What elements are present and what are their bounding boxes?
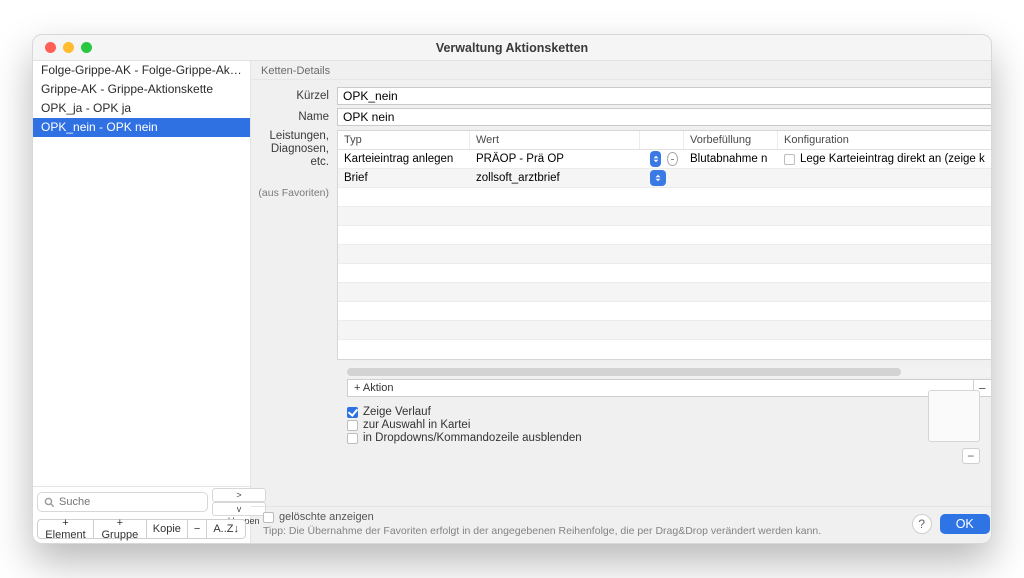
- konf-checkbox[interactable]: [784, 154, 795, 165]
- col-typ[interactable]: Typ: [338, 131, 470, 149]
- leistungen-label: Leistungen, Diagnosen, etc. (aus Favorit…: [251, 130, 337, 200]
- check-auswahl[interactable]: zur Auswahl in Kartei: [347, 419, 992, 431]
- show-deleted-checkbox[interactable]: gelöschte anzeigen: [263, 511, 904, 523]
- horizontal-scrollbar[interactable]: [347, 367, 992, 377]
- help-button[interactable]: ?: [912, 514, 932, 534]
- sort-button[interactable]: A..Z↓: [207, 519, 246, 539]
- col-konfiguration[interactable]: Konfiguration: [778, 131, 991, 149]
- search-icon: [44, 497, 55, 508]
- cell-wert[interactable]: zollsoft_arztbrief: [470, 169, 640, 187]
- remove-button[interactable]: −: [188, 519, 207, 539]
- col-vorbefuellung[interactable]: Vorbefüllung: [684, 131, 778, 149]
- name-label: Name: [251, 111, 337, 123]
- sidebar-controls: > aufklappen v zuklappen + Element + Gru…: [33, 487, 250, 543]
- content: Folge-Grippe-AK - Folge-Grippe-Akt… Grip…: [33, 61, 991, 543]
- actions-table: Typ Wert Vorbefüllung Konfiguration Kart…: [337, 130, 992, 360]
- app-window: Verwaltung Aktionsketten Folge-Grippe-AK…: [32, 34, 992, 544]
- list-item[interactable]: Folge-Grippe-AK - Folge-Grippe-Akt…: [33, 61, 250, 80]
- preview-box: [928, 390, 980, 442]
- cell-wert[interactable]: PRÄOP - Prä OP: [470, 150, 640, 168]
- sidebar: Folge-Grippe-AK - Folge-Grippe-Akt… Grip…: [33, 61, 251, 543]
- copy-button[interactable]: Kopie: [147, 519, 188, 539]
- cell-vorbefuellung[interactable]: Blutabnahme n: [684, 150, 778, 168]
- cell-konfiguration[interactable]: Lege Karteieintrag direkt an (zeige k: [778, 150, 991, 168]
- check-verlauf[interactable]: Zeige Verlauf: [347, 406, 992, 418]
- cell-typ[interactable]: Brief: [338, 169, 470, 187]
- table-row[interactable]: Karteieintrag anlegen PRÄOP - Prä OP Blu…: [338, 150, 991, 169]
- checkbox-icon[interactable]: [347, 433, 358, 444]
- list-item[interactable]: OPK_ja - OPK ja: [33, 99, 250, 118]
- ok-button[interactable]: OK: [940, 514, 990, 534]
- add-group-button[interactable]: + Gruppe: [94, 519, 147, 539]
- check-dropdowns[interactable]: in Dropdowns/Kommandozeile ausblenden: [347, 432, 992, 444]
- list-item[interactable]: Grippe-AK - Grippe-Aktionskette: [33, 80, 250, 99]
- table-row[interactable]: Brief zollsoft_arztbrief: [338, 169, 991, 188]
- col-wert[interactable]: Wert: [470, 131, 640, 149]
- add-action-button[interactable]: + Aktion: [348, 380, 973, 396]
- checkbox-icon[interactable]: [347, 407, 358, 418]
- footer-tip: Tipp: Die Übernahme der Favoriten erfolg…: [263, 525, 904, 537]
- chain-list[interactable]: Folge-Grippe-AK - Folge-Grippe-Akt… Grip…: [33, 61, 250, 487]
- list-item[interactable]: OPK_nein - OPK nein: [33, 118, 250, 137]
- name-input[interactable]: [337, 108, 992, 126]
- section-title: Ketten-Details: [251, 61, 992, 80]
- dropdown-icon[interactable]: [650, 170, 666, 186]
- kuerzel-input[interactable]: [337, 87, 992, 105]
- kuerzel-label: Kürzel: [251, 90, 337, 102]
- remove-row-icon[interactable]: [667, 152, 678, 166]
- favoriten-hint: (aus Favoriten): [251, 187, 329, 200]
- search-field[interactable]: [59, 496, 201, 508]
- add-action-bar: + Aktion −: [347, 379, 992, 397]
- search-input[interactable]: [37, 492, 208, 512]
- add-element-button[interactable]: + Element: [37, 519, 94, 539]
- main-panel: Ketten-Details Kürzel Name Leistungen, D…: [251, 61, 992, 543]
- dropdown-icon[interactable]: [650, 151, 661, 167]
- checkbox-icon[interactable]: [347, 420, 358, 431]
- footer: gelöschte anzeigen Tipp: Die Übernahme d…: [251, 506, 992, 543]
- checkbox-icon[interactable]: [263, 512, 274, 523]
- preview-remove-button[interactable]: −: [962, 448, 980, 464]
- window-title: Verwaltung Aktionsketten: [33, 41, 991, 55]
- titlebar: Verwaltung Aktionsketten: [33, 35, 991, 61]
- cell-typ[interactable]: Karteieintrag anlegen: [338, 150, 470, 168]
